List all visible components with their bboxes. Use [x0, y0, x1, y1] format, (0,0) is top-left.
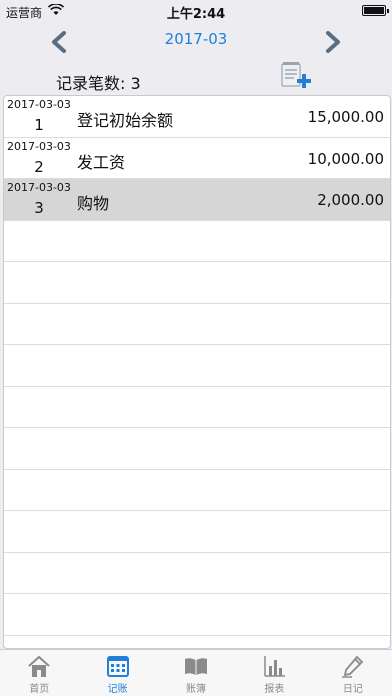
empty-row — [4, 304, 390, 345]
pencil-icon — [341, 655, 364, 678]
record-row[interactable]: 2017-03-03 1 登记初始余额 15,000.00 — [4, 96, 390, 138]
record-amount: 2,000.00 — [317, 191, 384, 209]
tab-home-label: 首页 — [29, 684, 50, 695]
record-date: 2017-03-03 — [7, 98, 71, 111]
month-navigator: 2017-03 — [0, 22, 392, 64]
record-description: 购物 — [77, 194, 110, 213]
empty-row — [4, 345, 390, 387]
empty-row — [4, 428, 390, 470]
empty-row — [4, 594, 390, 636]
record-number: 2 — [34, 157, 44, 176]
record-row[interactable]: 2017-03-03 3 购物 2,000.00 — [4, 179, 390, 221]
battery-icon — [362, 5, 389, 16]
records-table: 2017-03-03 1 登记初始余额 15,000.00 2017-03-03 2 发工资… — [3, 95, 391, 649]
record-description: 登记初始余额 — [77, 111, 174, 130]
tab-ledger[interactable]: 账簿 — [157, 650, 235, 696]
add-record-button[interactable] — [280, 60, 312, 94]
tab-ledger-label: 账簿 — [186, 684, 207, 695]
record-date: 2017-03-03 — [7, 139, 71, 153]
tab-home[interactable]: 首页 — [0, 650, 78, 696]
status-bar: 运营商 上午2:44 — [0, 0, 392, 22]
tab-diary-label: 日记 — [342, 684, 363, 695]
empty-row — [4, 221, 390, 262]
record-number: 3 — [34, 199, 44, 217]
record-description: 发工资 — [77, 152, 126, 172]
tab-bar: 首页 记账 账簿 报表 日记 — [0, 649, 392, 696]
home-icon — [28, 655, 50, 677]
bar-chart-icon — [264, 656, 286, 677]
calendar-grid-icon — [106, 656, 129, 677]
empty-row — [4, 511, 390, 553]
empty-row — [4, 262, 390, 304]
chevron-right-icon — [326, 31, 340, 53]
empty-row — [4, 470, 390, 511]
add-record-icon — [281, 62, 311, 88]
summary-row: 记录笔数: 3 — [0, 62, 392, 94]
status-time: 上午2:44 — [166, 7, 226, 22]
tab-report-label: 报表 — [264, 684, 285, 695]
tab-report[interactable]: 报表 — [235, 650, 313, 696]
record-date: 2017-03-03 — [7, 181, 71, 194]
tab-record[interactable]: 记账 — [78, 650, 156, 696]
record-row[interactable]: 2017-03-03 2 发工资 10,000.00 — [4, 138, 390, 179]
record-count-label: 记录笔数: 3 — [56, 74, 141, 93]
record-number: 1 — [34, 116, 44, 134]
book-icon — [185, 658, 208, 675]
empty-row — [4, 553, 390, 594]
empty-row — [4, 636, 390, 649]
tab-diary[interactable]: 日记 — [314, 650, 392, 696]
tab-record-label: 记账 — [107, 684, 128, 695]
record-amount: 10,000.00 — [307, 149, 384, 168]
empty-row — [4, 387, 390, 428]
next-month-button[interactable] — [318, 26, 348, 58]
record-amount: 15,000.00 — [307, 108, 384, 126]
